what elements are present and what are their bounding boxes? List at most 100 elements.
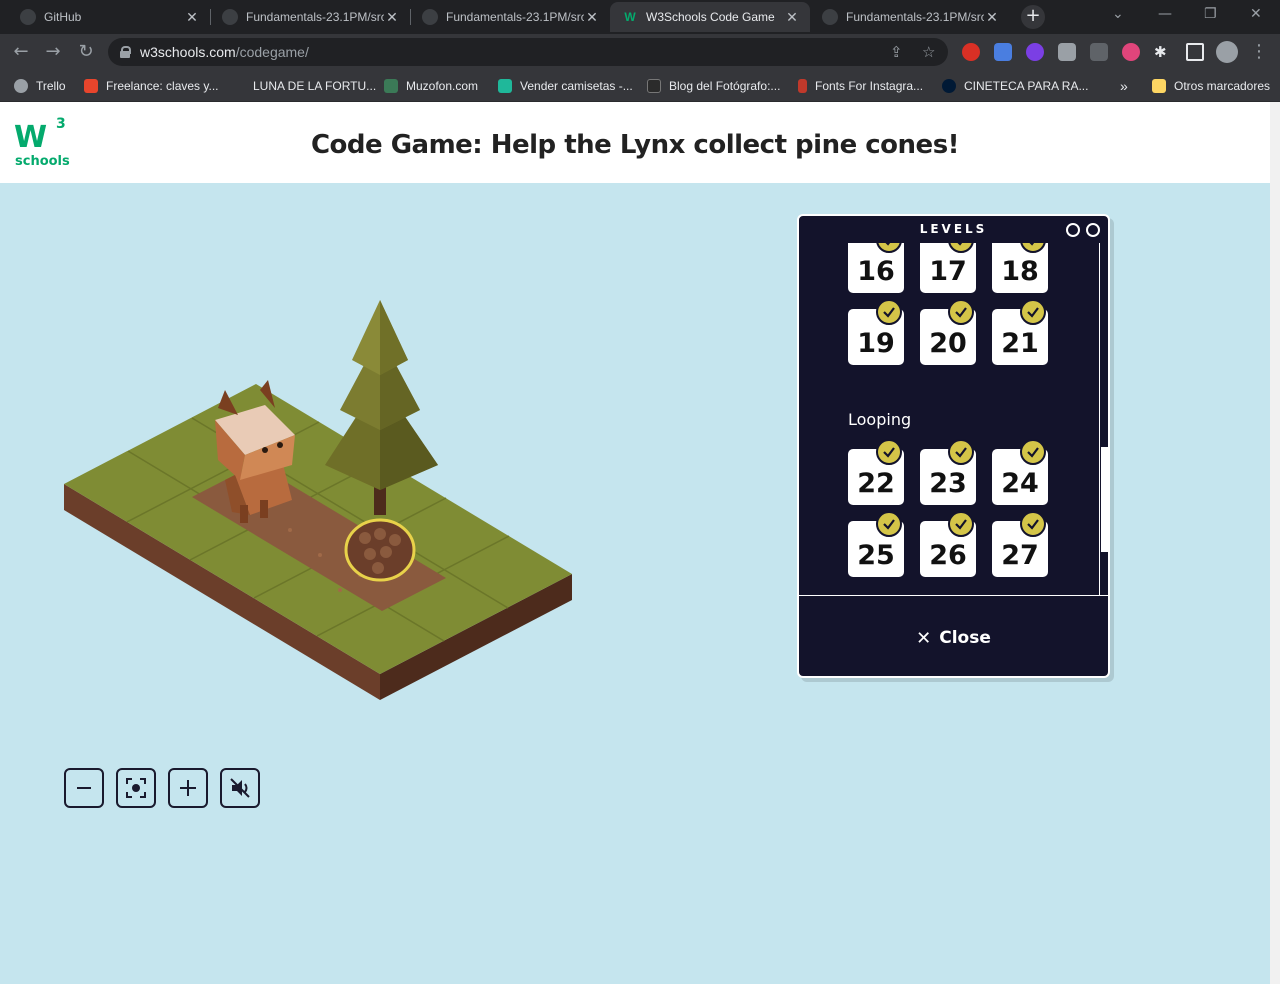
more-bookmarks-button[interactable]: » xyxy=(1120,77,1128,95)
level-card-19[interactable]: 19 xyxy=(848,299,904,365)
panel-divider xyxy=(799,595,1108,596)
extension-icon-purple[interactable] xyxy=(1026,43,1044,61)
completed-check-icon xyxy=(1020,243,1046,253)
url-host: w3schools.com xyxy=(140,44,236,60)
browser-tab-w3schools-code-game[interactable]: W W3Schools Code Game ✕ xyxy=(610,2,810,32)
plus-icon xyxy=(180,780,196,796)
level-card-25[interactable]: 25 xyxy=(848,511,904,577)
bookmark-label: Trello xyxy=(36,79,66,93)
mute-button[interactable] xyxy=(220,768,260,808)
side-panel-icon[interactable] xyxy=(1186,43,1204,61)
tab-title: Fundamentals-23.1PM/src xyxy=(446,10,584,24)
levels-panel-title: LEVELS xyxy=(919,222,988,236)
profile-avatar[interactable] xyxy=(1216,41,1238,63)
bookmark-vender[interactable]: Vender camisetas -... xyxy=(498,77,633,95)
level-card-20[interactable]: 20 xyxy=(920,299,976,365)
bookmark-label: Muzofon.com xyxy=(406,79,479,93)
levels-scrollbar[interactable] xyxy=(1099,243,1108,595)
bookmark-label: Freelance: claves y... xyxy=(106,79,219,93)
tab-title: W3Schools Code Game xyxy=(646,10,775,24)
address-bar[interactable]: w3schools.com/codegame/ ⇪ ☆ xyxy=(108,38,948,66)
level-card-26[interactable]: 26 xyxy=(920,511,976,577)
bookmark-star-icon[interactable]: ☆ xyxy=(922,43,935,61)
zoom-in-button[interactable] xyxy=(168,768,208,808)
close-tab-icon[interactable]: ✕ xyxy=(584,9,600,26)
bookmark-blog-fotografo[interactable]: Blog del Fotógrafo:... xyxy=(647,77,780,95)
minimize-icon[interactable]: — xyxy=(1158,6,1172,22)
bookmark-cineteca[interactable]: CINETECA PARA RA... xyxy=(942,77,1088,95)
w3schools-favicon-icon: W xyxy=(624,10,636,24)
close-window-icon[interactable]: ✕ xyxy=(1250,6,1262,22)
bookmark-other[interactable]: Otros marcadores xyxy=(1152,77,1270,95)
folder-icon xyxy=(1152,79,1166,93)
level-card-27[interactable]: 27 xyxy=(992,511,1048,577)
lock-icon xyxy=(120,46,131,58)
extension-icon-red[interactable] xyxy=(962,43,980,61)
back-arrow-icon[interactable]: ← xyxy=(10,41,32,63)
tab-search-icon[interactable]: ⌄ xyxy=(1112,6,1124,22)
extension-icon-pink[interactable] xyxy=(1122,43,1140,61)
level-card-24[interactable]: 24 xyxy=(992,439,1048,505)
menu-dots-icon[interactable]: ⋮ xyxy=(1248,41,1270,63)
forward-arrow-icon[interactable]: → xyxy=(42,41,64,63)
completed-check-icon xyxy=(948,439,974,465)
level-card-22[interactable]: 22 xyxy=(848,439,904,505)
center-view-button[interactable] xyxy=(116,768,156,808)
bookmark-muzofon[interactable]: Muzofon.com xyxy=(384,77,478,95)
browser-tab-fundamentals-2[interactable]: Fundamentals-23.1PM/src ✕ xyxy=(410,2,610,32)
bookmark-luna[interactable]: LUNA DE LA FORTU... xyxy=(231,77,376,95)
close-tab-icon[interactable]: ✕ xyxy=(984,9,1000,26)
bookmark-trello[interactable]: Trello xyxy=(14,77,66,95)
level-card-16[interactable]: 16 xyxy=(848,243,904,293)
page-header: W 3 schools Code Game: Help the Lynx col… xyxy=(0,102,1270,183)
level-number: 26 xyxy=(929,540,967,571)
bookmark-favicon-icon xyxy=(384,79,398,93)
browser-tab-fundamentals-3[interactable]: Fundamentals-23.1PM/src ✕ xyxy=(810,2,1010,32)
page-scrollbar[interactable] xyxy=(1270,102,1280,984)
close-levels-button[interactable]: ✕ Close xyxy=(799,620,1108,656)
bookmark-favicon-icon xyxy=(647,79,661,93)
minus-icon xyxy=(77,787,91,789)
url-path: /codegame/ xyxy=(235,44,309,60)
new-tab-button[interactable]: + xyxy=(1021,5,1045,29)
bookmark-label: Fonts For Instagra... xyxy=(815,79,924,93)
levels-scrollbar-thumb[interactable] xyxy=(1101,447,1108,552)
circle-icon[interactable] xyxy=(1086,223,1100,237)
extension-icon-m[interactable] xyxy=(1090,43,1108,61)
tab-title: GitHub xyxy=(44,10,82,24)
close-tab-icon[interactable]: ✕ xyxy=(784,9,800,26)
github-icon xyxy=(822,9,838,25)
share-icon[interactable]: ⇪ xyxy=(890,43,903,61)
bookmark-label: Blog del Fotógrafo:... xyxy=(669,79,781,93)
extension-icon-translate[interactable] xyxy=(994,43,1012,61)
level-card-23[interactable]: 23 xyxy=(920,439,976,505)
completed-check-icon xyxy=(1020,299,1046,325)
close-icon: ✕ xyxy=(916,627,932,649)
github-icon xyxy=(20,9,36,25)
level-card-21[interactable]: 21 xyxy=(992,299,1048,365)
close-tab-icon[interactable]: ✕ xyxy=(184,9,200,26)
level-number: 20 xyxy=(929,328,967,359)
zoom-out-button[interactable] xyxy=(64,768,104,808)
extension-icon-gray[interactable] xyxy=(1058,43,1076,61)
level-number: 16 xyxy=(857,256,895,287)
level-card-18[interactable]: 18 xyxy=(992,243,1048,293)
completed-check-icon xyxy=(948,511,974,537)
levels-list[interactable]: 16 17 18 19 20 21 Looping 22 23 24 25 26… xyxy=(799,243,1099,595)
browser-tab-github[interactable]: GitHub ✕ xyxy=(8,2,210,32)
reload-icon[interactable]: ↻ xyxy=(75,41,97,63)
bookmark-fonts-instagram[interactable]: Fonts For Instagra... xyxy=(798,77,923,95)
bookmark-favicon-icon xyxy=(942,79,956,93)
level-number: 23 xyxy=(929,468,967,499)
circle-icon[interactable] xyxy=(1066,223,1080,237)
restore-icon[interactable]: ❐ xyxy=(1204,6,1217,22)
bookmark-favicon-icon xyxy=(498,79,512,93)
section-label-looping: Looping xyxy=(848,410,912,429)
bookmark-freelance[interactable]: Freelance: claves y... xyxy=(84,77,219,95)
browser-tab-fundamentals-1[interactable]: Fundamentals-23.1PM/src ✕ xyxy=(210,2,410,32)
level-card-17[interactable]: 17 xyxy=(920,243,976,293)
level-number: 25 xyxy=(857,540,895,571)
extensions-puzzle-icon[interactable]: ✱ xyxy=(1154,43,1172,61)
page-title: Code Game: Help the Lynx collect pine co… xyxy=(310,130,960,160)
close-tab-icon[interactable]: ✕ xyxy=(384,9,400,26)
